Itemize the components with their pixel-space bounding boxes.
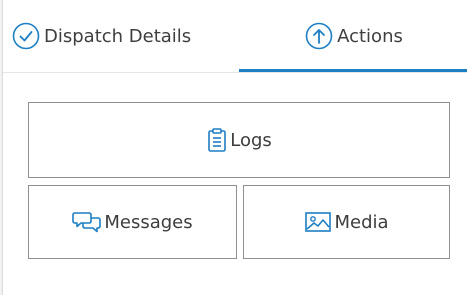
messages-button[interactable]: Messages <box>28 185 237 259</box>
active-tab-indicator <box>239 69 467 72</box>
logs-button[interactable]: Logs <box>28 102 450 178</box>
actions-panel: Dispatch Details Actions Logs Messages M… <box>2 0 467 295</box>
messages-label: Messages <box>104 211 193 233</box>
media-button[interactable]: Media <box>243 185 450 259</box>
clipboard-icon <box>206 128 228 152</box>
tab-actions-label: Actions <box>337 25 403 47</box>
tab-dispatch-details[interactable]: Dispatch Details <box>11 0 237 72</box>
chat-bubbles-icon <box>72 210 102 234</box>
tab-actions[interactable]: Actions <box>239 0 467 72</box>
image-icon <box>304 210 332 234</box>
check-circle-icon <box>11 21 41 51</box>
tab-dispatch-details-label: Dispatch Details <box>44 25 192 47</box>
logs-label: Logs <box>230 129 272 151</box>
media-label: Media <box>334 211 389 233</box>
tab-bar: Dispatch Details Actions <box>3 0 467 73</box>
arrow-up-circle-icon <box>304 21 334 51</box>
